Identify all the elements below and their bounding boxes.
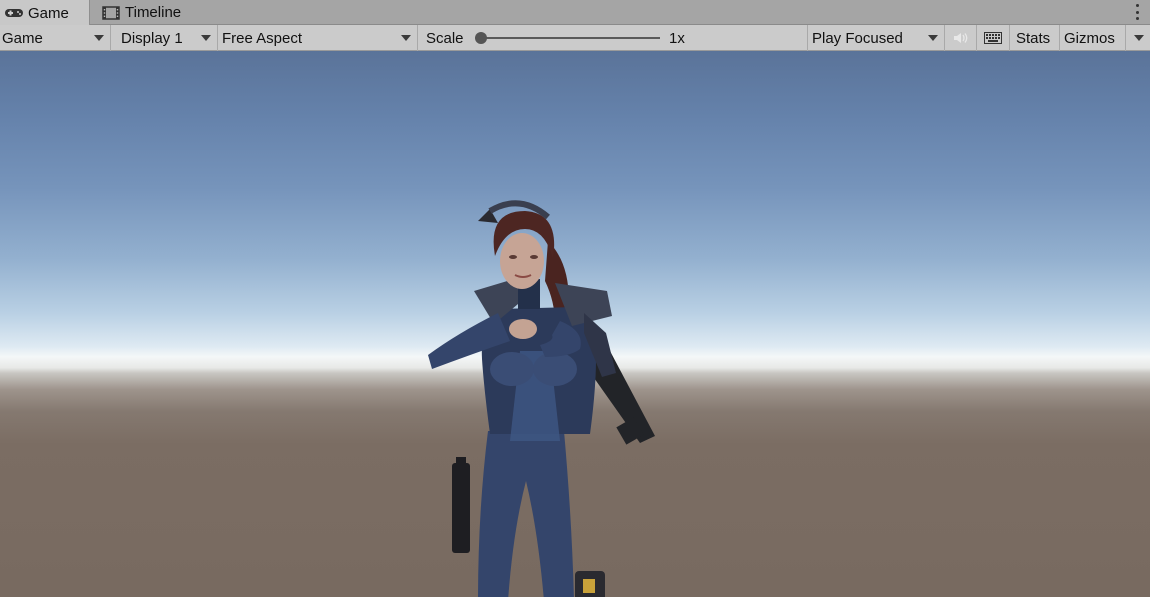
legs: [478, 431, 574, 597]
chevron-down-icon: [1134, 35, 1144, 41]
play-mode-dropdown[interactable]: Play Focused: [808, 25, 945, 51]
chevron-down-icon: [94, 35, 104, 41]
stats-button[interactable]: Stats: [1010, 25, 1060, 51]
hands: [509, 319, 537, 339]
gizmos-dropdown[interactable]: [1126, 25, 1150, 51]
tab-timeline-label: Timeline: [125, 4, 182, 21]
view-mode-dropdown[interactable]: Game: [0, 25, 111, 51]
keyboard-icon: [984, 32, 1002, 44]
gizmos-button[interactable]: Gizmos: [1060, 25, 1126, 51]
aspect-dropdown[interactable]: Free Aspect: [218, 25, 418, 51]
gizmos-label: Gizmos: [1064, 29, 1115, 47]
chevron-down-icon: [201, 35, 211, 41]
head: [500, 233, 544, 289]
stats-label: Stats: [1016, 29, 1051, 47]
play-mode-label: Play Focused: [812, 29, 903, 47]
speaker-icon: [953, 33, 967, 43]
scale-label: Scale: [426, 29, 464, 47]
tab-timeline[interactable]: Timeline: [97, 0, 187, 25]
mute-audio-button[interactable]: [945, 25, 977, 51]
game-view-toolbar: Game Display 1 Free Aspect Scale 1x Play…: [0, 25, 1150, 51]
scale-slider-track[interactable]: [480, 37, 660, 39]
display-dropdown[interactable]: Display 1: [111, 25, 218, 51]
gamepad-icon: [4, 6, 24, 20]
game-viewport[interactable]: [0, 51, 1150, 597]
chevron-down-icon: [928, 35, 938, 41]
scale-slider-handle[interactable]: [475, 32, 487, 44]
film-icon: [101, 5, 121, 20]
holstered-weapon: [452, 457, 470, 553]
tab-bar: Game Timeline: [0, 0, 1150, 26]
character-model: [428, 200, 655, 597]
kebab-menu-icon[interactable]: [1134, 4, 1140, 20]
scale-control: Scale 1x: [418, 25, 808, 51]
scale-value: 1x: [669, 29, 685, 47]
display-label: Display 1: [121, 29, 183, 47]
tab-game[interactable]: Game: [0, 0, 90, 26]
aspect-label: Free Aspect: [222, 29, 303, 47]
chevron-down-icon: [401, 35, 411, 41]
view-mode-label: Game: [2, 29, 43, 47]
tab-game-label: Game: [28, 4, 69, 22]
keyboard-shortcuts-button[interactable]: [977, 25, 1010, 51]
